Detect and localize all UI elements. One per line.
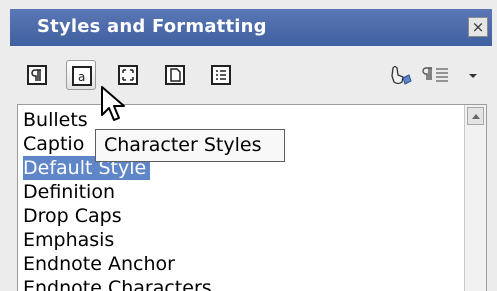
style-list-item[interactable]: Definition: [23, 180, 115, 204]
style-list-item[interactable]: Endnote Anchor: [23, 252, 175, 276]
page-styles-button[interactable]: [160, 60, 190, 90]
window-title: Styles and Formatting: [37, 16, 267, 37]
character-styles-icon: a: [72, 66, 92, 86]
new-style-from-selection-button[interactable]: [417, 60, 457, 90]
style-list-item[interactable]: Endnote Characters: [23, 276, 212, 291]
scroll-up-button[interactable]: [467, 107, 484, 125]
styles-and-formatting-panel: Styles and Formatting × a Bullets Captio…: [0, 0, 497, 291]
close-button[interactable]: ×: [468, 17, 488, 37]
list-styles-icon: [211, 65, 231, 85]
fill-format-mode-icon: [391, 65, 412, 85]
svg-text:a: a: [78, 70, 85, 84]
style-list-item[interactable]: Drop Caps: [23, 204, 122, 228]
character-styles-button[interactable]: a: [66, 60, 96, 90]
style-list-item[interactable]: Bullets: [23, 108, 88, 132]
style-list-item[interactable]: Emphasis: [23, 228, 114, 252]
tooltip: Character Styles: [95, 129, 285, 162]
paragraph-styles-button[interactable]: [22, 60, 52, 90]
new-style-from-selection-icon: [422, 67, 448, 82]
style-category-toolbar: a: [10, 46, 492, 104]
list-styles-button[interactable]: [206, 60, 236, 90]
dropdown-arrow-icon: [469, 74, 477, 78]
scroll-up-arrow-icon: [472, 114, 480, 119]
style-list-item[interactable]: Captio: [23, 132, 84, 156]
page-styles-icon: [165, 65, 185, 85]
vertical-scrollbar[interactable]: [464, 105, 486, 291]
more-options-button[interactable]: [462, 60, 484, 90]
frame-styles-icon: [118, 65, 138, 85]
title-bar[interactable]: Styles and Formatting ×: [10, 9, 492, 46]
fill-format-mode-button[interactable]: [384, 60, 414, 90]
mouse-pointer-icon: [101, 86, 125, 121]
paragraph-styles-icon: [27, 65, 47, 85]
